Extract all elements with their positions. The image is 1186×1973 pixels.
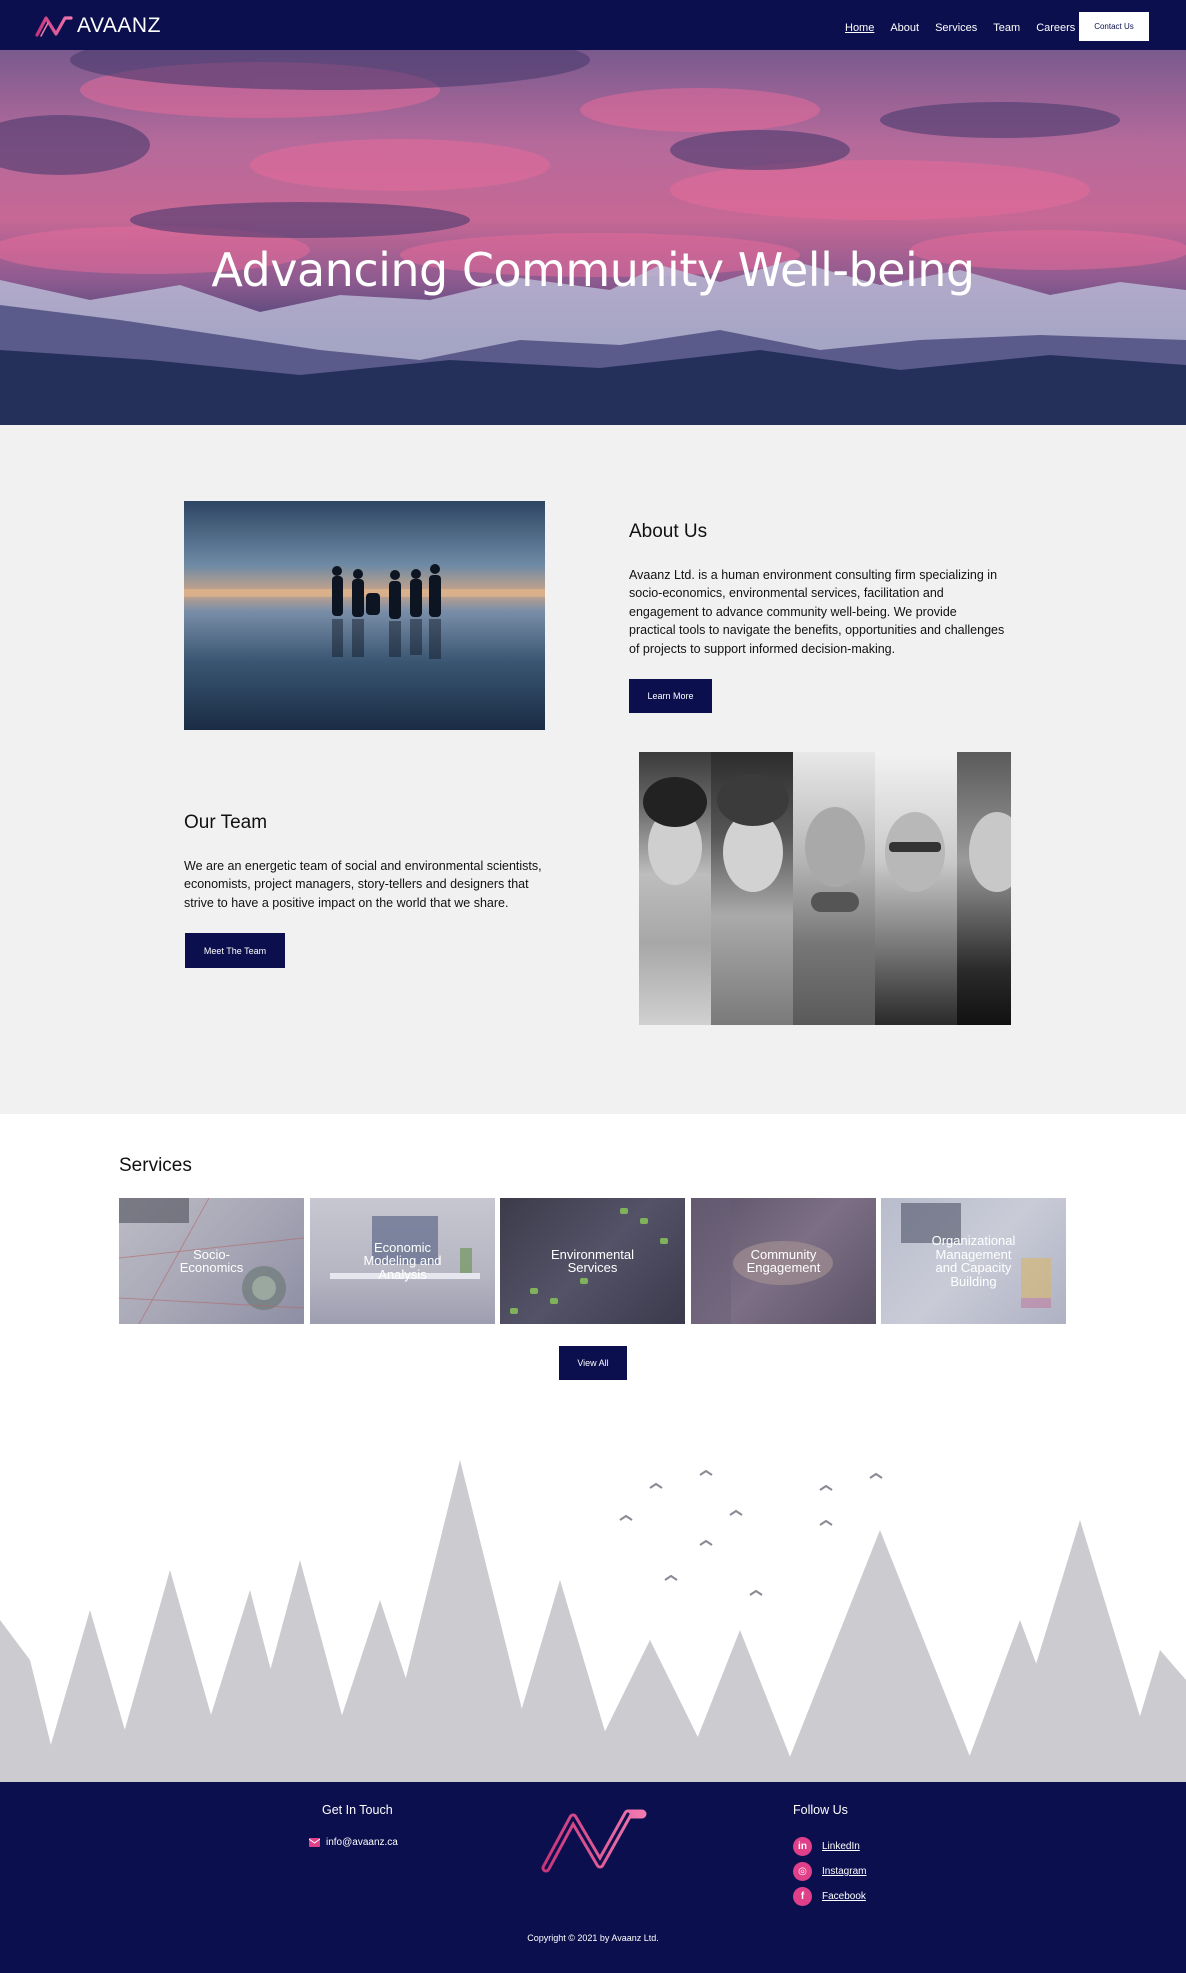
- forest-banner: [0, 1420, 1186, 1782]
- facebook-link[interactable]: f Facebook: [793, 1887, 866, 1906]
- service-name: Organizational Management and Capacity B…: [931, 1233, 1016, 1289]
- email-address: info@avaanz.ca: [326, 1837, 398, 1848]
- service-name: Socio- Economics: [179, 1246, 244, 1275]
- our-team-heading: Our Team: [184, 812, 268, 833]
- service-tile-environmental-services[interactable]: Environmental Services: [500, 1198, 685, 1324]
- follow-us-heading: Follow Us: [793, 1803, 848, 1817]
- hero-title: Advancing Community Well-being: [211, 242, 975, 297]
- social-label: LinkedIn: [822, 1841, 860, 1852]
- service-tile-socio-economics[interactable]: Socio- Economics: [119, 1198, 304, 1324]
- about-us-description: Avaanz Ltd. is a human environment consu…: [629, 568, 1005, 656]
- facebook-icon: f: [793, 1887, 812, 1906]
- nav-link-services[interactable]: Services: [935, 22, 977, 34]
- about-image: [184, 501, 545, 730]
- people-on-beach-image: [184, 564, 545, 659]
- service-tile-label: Economic Modeling and Analysis: [310, 1198, 495, 1324]
- forest-trees-image: [0, 1460, 1186, 1782]
- services-heading: Services: [119, 1155, 192, 1176]
- nav-link-home[interactable]: Home: [845, 22, 874, 34]
- service-tile-label: Environmental Services: [500, 1198, 685, 1324]
- social-label: Instagram: [822, 1866, 867, 1877]
- get-in-touch-heading: Get In Touch: [322, 1803, 393, 1817]
- service-name: Environmental Services: [550, 1246, 635, 1275]
- nav-link-about[interactable]: About: [890, 22, 919, 34]
- view-all-services-button[interactable]: View All: [559, 1346, 627, 1380]
- service-name: Economic Modeling and Analysis: [363, 1239, 442, 1282]
- hero-background-image: [0, 50, 1186, 425]
- our-team-description: We are an energetic team of social and e…: [184, 859, 542, 910]
- copyright-text: Copyright © 2021 by Avaanz Ltd.: [527, 1933, 659, 1943]
- team-photo-collage: [639, 752, 1011, 1025]
- top-navigation-bar: AVAANZ Home About Services Team Careers …: [0, 0, 1186, 50]
- team-member-photo: [711, 752, 793, 1025]
- team-member-photo: [639, 752, 711, 1025]
- linkedin-icon: in: [793, 1837, 812, 1856]
- instagram-icon: ◎: [793, 1862, 812, 1881]
- about-us-heading: About Us: [629, 521, 708, 542]
- team-member-photo: [875, 752, 957, 1025]
- service-tile-community-engagement[interactable]: Community Engagement: [691, 1198, 876, 1324]
- brand-logo[interactable]: AVAANZ: [34, 14, 161, 38]
- nav-link-team[interactable]: Team: [993, 22, 1020, 34]
- brand-name: AVAANZ: [77, 14, 161, 37]
- avaanz-logo-icon: [35, 16, 73, 37]
- team-member-photo: [793, 752, 875, 1025]
- service-tile-label: Socio- Economics: [119, 1198, 304, 1324]
- linkedin-link[interactable]: in LinkedIn: [793, 1837, 860, 1856]
- nav-link-careers[interactable]: Careers: [1036, 22, 1075, 34]
- contact-us-button[interactable]: Contact Us: [1079, 12, 1149, 41]
- hero-banner: Advancing Community Well-being: [0, 50, 1186, 425]
- team-member-photo: [957, 752, 1011, 1025]
- learn-more-button[interactable]: Learn More: [629, 679, 712, 713]
- instagram-link[interactable]: ◎ Instagram: [793, 1862, 866, 1881]
- service-tile-label: Organizational Management and Capacity B…: [881, 1198, 1066, 1324]
- main-menu: Home About Services Team Careers: [845, 22, 1075, 34]
- service-tile-label: Community Engagement: [691, 1198, 876, 1324]
- social-label: Facebook: [822, 1891, 866, 1902]
- email-link[interactable]: info@avaanz.ca: [309, 1837, 398, 1848]
- service-tile-organizational-management[interactable]: Organizational Management and Capacity B…: [881, 1198, 1066, 1324]
- meet-the-team-button[interactable]: Meet The Team: [185, 933, 285, 968]
- mail-icon: [309, 1838, 320, 1847]
- service-name: Community Engagement: [746, 1246, 821, 1275]
- site-footer: Get In Touch info@avaanz.ca Follow Us in…: [0, 1782, 1186, 1973]
- footer-logo-icon: [541, 1809, 647, 1873]
- service-tile-economic-modeling[interactable]: Economic Modeling and Analysis: [310, 1198, 495, 1324]
